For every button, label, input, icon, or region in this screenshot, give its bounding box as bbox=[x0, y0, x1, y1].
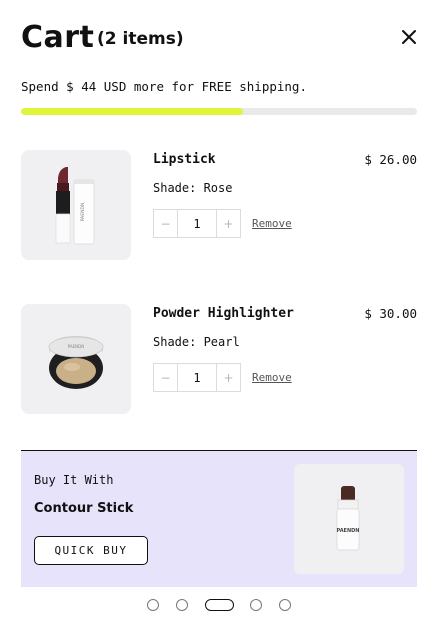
carousel-dot[interactable] bbox=[279, 599, 291, 611]
compact-powder-product-image[interactable]: PAENDN bbox=[21, 304, 131, 414]
decrease-quantity-button[interactable]: − bbox=[154, 210, 177, 237]
close-icon[interactable] bbox=[398, 26, 420, 48]
cart-item: PAENDN Powder Highlighter $ 30.00 Shade:… bbox=[21, 304, 417, 414]
carousel-dot-active[interactable] bbox=[205, 599, 234, 611]
upsell-eyebrow: Buy It With bbox=[34, 473, 114, 487]
carousel-dot[interactable] bbox=[250, 599, 262, 611]
svg-text:PAENDN: PAENDN bbox=[68, 344, 84, 349]
product-price: $ 30.00 bbox=[364, 306, 417, 321]
shipping-progress-fill bbox=[21, 108, 243, 115]
free-shipping-message: Spend $ 44 USD more for FREE shipping. bbox=[21, 79, 307, 94]
carousel-dot[interactable] bbox=[147, 599, 159, 611]
svg-text:PAENDN: PAENDN bbox=[80, 203, 86, 222]
carousel-pagination bbox=[147, 599, 297, 611]
increase-quantity-button[interactable]: + bbox=[217, 210, 240, 237]
product-price: $ 26.00 bbox=[364, 152, 417, 167]
quantity-value[interactable]: 1 bbox=[177, 364, 217, 391]
product-name[interactable]: Powder Highlighter bbox=[153, 306, 294, 321]
quantity-value[interactable]: 1 bbox=[177, 210, 217, 237]
product-brand-label: PAENDN bbox=[336, 528, 359, 534]
carousel-dot[interactable] bbox=[176, 599, 188, 611]
shipping-progress-bar bbox=[21, 108, 417, 115]
upsell-card: Buy It With Contour Stick QUICK BUY PAEN… bbox=[21, 451, 417, 587]
cart-item: PAENDN Lipstick $ 26.00 Shade: Rose − 1 … bbox=[21, 150, 417, 260]
quick-buy-button[interactable]: QUICK BUY bbox=[34, 536, 148, 565]
product-name[interactable]: Lipstick bbox=[153, 152, 216, 167]
cart-item-count: (2 items) bbox=[97, 29, 184, 49]
quantity-stepper: − 1 + bbox=[153, 209, 241, 238]
decrease-quantity-button[interactable]: − bbox=[154, 364, 177, 391]
increase-quantity-button[interactable]: + bbox=[217, 364, 240, 391]
product-shade: Shade: Rose bbox=[153, 181, 233, 195]
contour-stick-product-image[interactable]: PAENDN bbox=[294, 464, 404, 574]
remove-item-link[interactable]: Remove bbox=[252, 371, 292, 384]
lipstick-product-image[interactable]: PAENDN bbox=[21, 150, 131, 260]
product-shade: Shade: Pearl bbox=[153, 335, 240, 349]
cart-title: Cart bbox=[21, 20, 95, 55]
quantity-stepper: − 1 + bbox=[153, 363, 241, 392]
remove-item-link[interactable]: Remove bbox=[252, 217, 292, 230]
upsell-product-name[interactable]: Contour Stick bbox=[34, 501, 133, 516]
